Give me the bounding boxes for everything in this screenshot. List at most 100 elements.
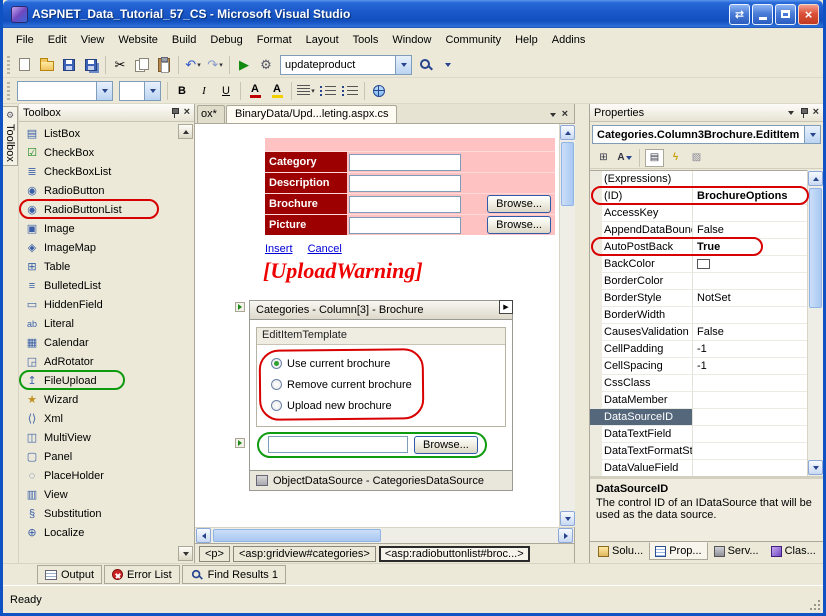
close-icon[interactable]: × — [184, 107, 190, 118]
menu-website[interactable]: Website — [111, 31, 165, 49]
property-value[interactable]: True — [693, 239, 823, 255]
design-horizontal-scrollbar[interactable] — [195, 527, 574, 543]
property-value[interactable] — [693, 460, 823, 476]
toolbox-item-calendar[interactable]: ▦Calendar — [19, 333, 194, 352]
events-button[interactable]: ϟ — [666, 149, 685, 167]
italic-button[interactable]: I — [193, 80, 215, 102]
scroll-down-button[interactable] — [808, 460, 823, 475]
window-nav-button[interactable]: ⇄ — [729, 4, 750, 25]
toolbox-item-panel[interactable]: ▢Panel — [19, 447, 194, 466]
toolbox-item-table[interactable]: ⊞Table — [19, 257, 194, 276]
property-value[interactable] — [693, 273, 823, 289]
toolbox-item-adrotator[interactable]: ◲AdRotator — [19, 352, 194, 371]
property-row-datatextfield[interactable]: DataTextField — [590, 426, 823, 443]
toolbox-item-substitution[interactable]: §Substitution — [19, 504, 194, 523]
property-pages-button[interactable]: ▨ — [687, 149, 706, 167]
toolbox-header[interactable]: Toolbox × — [19, 104, 194, 122]
pin-icon[interactable] — [799, 107, 808, 118]
scroll-up-button[interactable] — [808, 171, 823, 186]
category-textbox[interactable] — [349, 154, 461, 171]
combo-dropdown-button[interactable] — [144, 82, 160, 100]
property-value[interactable] — [693, 256, 823, 272]
property-row-datasourceid[interactable]: DataSourceID — [590, 409, 823, 426]
menu-community[interactable]: Community — [438, 31, 508, 49]
scrollbar-thumb[interactable] — [213, 529, 381, 542]
toolbox-side-tab[interactable]: ⚙ Toolbox — [3, 106, 18, 166]
picture-textbox[interactable] — [349, 217, 461, 234]
scrollbar-thumb[interactable] — [809, 188, 822, 308]
picture-browse-button[interactable]: Browse... — [487, 216, 551, 234]
paste-button[interactable] — [153, 54, 175, 76]
property-row-expressions[interactable]: (Expressions) — [590, 171, 823, 188]
toolbox-item-fileupload[interactable]: ↥FileUpload — [19, 371, 194, 390]
property-row-cssclass[interactable]: CssClass — [590, 375, 823, 392]
insert-link[interactable]: Insert — [265, 243, 293, 255]
toolbox-item-image[interactable]: ▣Image — [19, 219, 194, 238]
property-row-datamember[interactable]: DataMember — [590, 392, 823, 409]
toolbox-item-view[interactable]: ▥View — [19, 485, 194, 504]
tab-solution-explorer[interactable]: Solu... — [592, 542, 649, 560]
numbered-list-button[interactable] — [317, 80, 339, 102]
title-bar[interactable]: ASPNET_Data_Tutorial_57_CS - Microsoft V… — [3, 0, 823, 28]
menu-help[interactable]: Help — [508, 31, 545, 49]
scroll-left-button[interactable] — [196, 528, 211, 543]
save-button[interactable] — [58, 54, 80, 76]
property-value[interactable] — [693, 375, 823, 391]
object-selector-combobox[interactable]: Categories.Column3Brochure.EditItem — [592, 125, 821, 144]
menu-format[interactable]: Format — [250, 31, 299, 49]
property-row-datavaluefield[interactable]: DataValueField — [590, 460, 823, 476]
toolbox-item-radiobutton[interactable]: ◉RadioButton — [19, 181, 194, 200]
tab-error-list[interactable]: Error List — [104, 565, 180, 584]
properties-header[interactable]: Properties × — [590, 104, 823, 122]
tag-radiobuttonlist[interactable]: <asp:radiobuttonlist#broc...> — [379, 546, 530, 562]
foreground-color-button[interactable]: A — [244, 80, 266, 102]
property-value[interactable]: False — [693, 324, 823, 340]
property-row-autopostback[interactable]: AutoPostBackTrue — [590, 239, 823, 256]
tag-p[interactable]: <p> — [199, 546, 230, 562]
menu-layout[interactable]: Layout — [299, 31, 346, 49]
close-document-icon[interactable]: × — [562, 109, 568, 120]
toolbox-item-multiview[interactable]: ◫MultiView — [19, 428, 194, 447]
close-icon[interactable]: × — [813, 107, 819, 118]
combo-dropdown-button[interactable] — [395, 56, 411, 74]
hyperlink-button[interactable] — [368, 80, 390, 102]
objectdatasource-control[interactable]: ObjectDataSource - CategoriesDataSource — [250, 470, 512, 490]
menu-window[interactable]: Window — [385, 31, 438, 49]
toolbox-item-wizard[interactable]: ★Wizard — [19, 390, 194, 409]
scroll-up-button[interactable] — [560, 125, 575, 140]
property-value[interactable]: False — [693, 222, 823, 238]
open-file-button[interactable] — [36, 54, 58, 76]
glyph-marker-icon[interactable] — [235, 302, 245, 312]
property-value[interactable]: -1 — [693, 341, 823, 357]
property-row-backcolor[interactable]: BackColor — [590, 256, 823, 273]
cut-button[interactable]: ✂ — [109, 54, 131, 76]
document-tab-hidden[interactable]: ox* — [197, 105, 225, 123]
document-tab-active[interactable]: BinaryData/Upd...leting.aspx.cs — [226, 105, 397, 123]
redo-button[interactable]: ↷▾ — [204, 54, 226, 76]
scrollbar-thumb[interactable] — [561, 142, 574, 206]
categorized-button[interactable]: ⊞ — [594, 149, 613, 167]
menu-file[interactable]: File — [9, 31, 41, 49]
toolbox-item-localize[interactable]: ⊕Localize — [19, 523, 194, 542]
brochure-browse-button[interactable]: Browse... — [487, 195, 551, 213]
property-row-cellpadding[interactable]: CellPadding-1 — [590, 341, 823, 358]
maximize-button[interactable] — [775, 4, 796, 25]
design-canvas[interactable]: Category Description Brochure Browse... … — [195, 124, 575, 527]
highlight-color-button[interactable]: A — [266, 80, 288, 102]
undo-button[interactable]: ↶▾ — [182, 54, 204, 76]
toolbox-item-radiobuttonlist[interactable]: ◉RadioButtonList — [19, 200, 194, 219]
menu-build[interactable]: Build — [165, 31, 203, 49]
toolbox-item-imagemap[interactable]: ◈ImageMap — [19, 238, 194, 257]
start-debug-button[interactable]: ▶ — [233, 54, 255, 76]
property-value[interactable] — [693, 171, 823, 187]
property-value[interactable]: NotSet — [693, 290, 823, 306]
bold-button[interactable]: B — [171, 80, 193, 102]
radio-icon[interactable] — [271, 400, 282, 411]
pin-icon[interactable] — [170, 107, 179, 118]
toolbox-item-checkboxlist[interactable]: ≣CheckBoxList — [19, 162, 194, 181]
toolbox-scroll-down-button[interactable] — [178, 546, 193, 561]
menu-addins[interactable]: Addins — [545, 31, 593, 49]
property-value[interactable]: BrochureOptions — [693, 188, 823, 204]
property-value[interactable] — [693, 392, 823, 408]
detailsview-control[interactable]: Category Description Brochure Browse... … — [265, 138, 555, 235]
